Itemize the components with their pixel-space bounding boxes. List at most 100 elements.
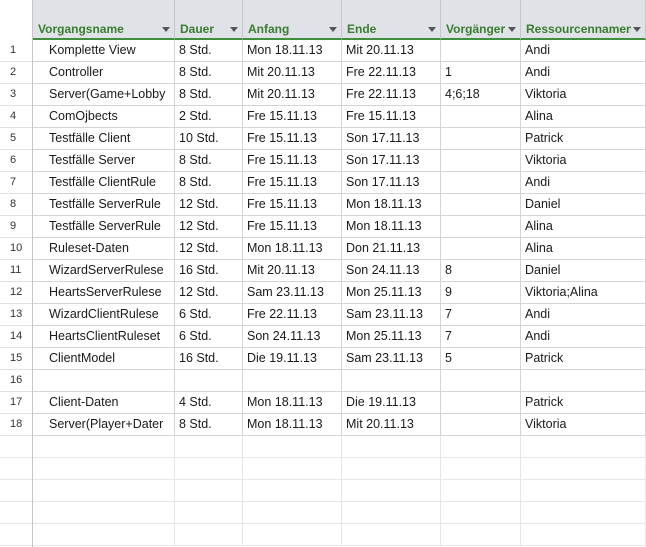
row-number[interactable]: 9	[0, 216, 33, 238]
row-number[interactable]: 5	[0, 128, 33, 150]
cell-ressourcennamen[interactable]: Patrick	[521, 348, 646, 370]
table-row[interactable]: 18 Server(Player+Dater 8 Std. Mon 18.11.13 M…	[0, 414, 646, 436]
cell-anfang[interactable]	[243, 458, 342, 480]
cell-ende[interactable]	[342, 436, 441, 458]
cell-vorgaenger[interactable]	[441, 414, 521, 436]
row-number[interactable]	[0, 458, 33, 480]
cell-anfang[interactable]: Fre 15.11.13	[243, 150, 342, 172]
cell-vorgangsname[interactable]: Client-Daten	[33, 392, 175, 414]
cell-dauer[interactable]: 2 Std.	[175, 106, 243, 128]
row-number[interactable]: 15	[0, 348, 33, 370]
cell-dauer[interactable]: 4 Std.	[175, 392, 243, 414]
row-number[interactable]: 14	[0, 326, 33, 348]
cell-anfang[interactable]: Die 19.11.13	[243, 348, 342, 370]
cell-anfang[interactable]	[243, 436, 342, 458]
column-header-anfang[interactable]: Anfang	[243, 0, 342, 40]
cell-ende[interactable]	[342, 502, 441, 524]
cell-vorgaenger[interactable]	[441, 502, 521, 524]
cell-ressourcennamen[interactable]: Andi	[521, 304, 646, 326]
cell-vorgaenger[interactable]	[441, 40, 521, 62]
cell-vorgaenger[interactable]	[441, 106, 521, 128]
table-row[interactable]: 13 WizardClientRulese 6 Std. Fre 22.11.13 Sa…	[0, 304, 646, 326]
cell-dauer[interactable]: 12 Std.	[175, 282, 243, 304]
table-row[interactable]: 5 Testfälle Client 10 Std. Fre 15.11.13 Son …	[0, 128, 646, 150]
table-row[interactable]: 17 Client-Daten 4 Std. Mon 18.11.13 Die 19.1…	[0, 392, 646, 414]
cell-dauer[interactable]	[175, 436, 243, 458]
cell-vorgaenger[interactable]	[441, 370, 521, 392]
table-row[interactable]: 10 Ruleset-Daten 12 Std. Mon 18.11.13 Don 21…	[0, 238, 646, 260]
cell-ende[interactable]: Sam 23.11.13	[342, 348, 441, 370]
table-row[interactable]	[0, 502, 646, 524]
cell-dauer[interactable]: 12 Std.	[175, 216, 243, 238]
column-header-ressourcennamen[interactable]: Ressourcennamen	[521, 0, 646, 40]
table-row[interactable]	[0, 480, 646, 502]
cell-ressourcennamen[interactable]: Andi	[521, 40, 646, 62]
cell-vorgaenger[interactable]: 7	[441, 326, 521, 348]
cell-vorgaenger[interactable]	[441, 480, 521, 502]
table-row[interactable]: 8 Testfälle ServerRule 12 Std. Fre 15.11.13…	[0, 194, 646, 216]
cell-anfang[interactable]: Fre 15.11.13	[243, 194, 342, 216]
cell-vorgaenger[interactable]: 5	[441, 348, 521, 370]
cell-vorgangsname[interactable]: ComOjbects	[33, 106, 175, 128]
table-row[interactable]: 4 ComOjbects 2 Std. Fre 15.11.13 Fre 15.11.1…	[0, 106, 646, 128]
cell-anfang[interactable]: Fre 15.11.13	[243, 106, 342, 128]
cell-anfang[interactable]: Fre 22.11.13	[243, 304, 342, 326]
cell-vorgangsname[interactable]: Server(Player+Dater	[33, 414, 175, 436]
cell-dauer[interactable]: 8 Std.	[175, 414, 243, 436]
cell-ende[interactable]: Mit 20.11.13	[342, 414, 441, 436]
cell-ende[interactable]: Don 21.11.13	[342, 238, 441, 260]
cell-vorgangsname[interactable]	[33, 502, 175, 524]
filter-dropdown-icon[interactable]	[162, 27, 170, 32]
table-row[interactable]: 1 Komplette View 8 Std. Mon 18.11.13 Mit 20.…	[0, 40, 646, 62]
cell-ende[interactable]: Mon 18.11.13	[342, 216, 441, 238]
row-number[interactable]: 12	[0, 282, 33, 304]
cell-ressourcennamen[interactable]	[521, 524, 646, 546]
cell-vorgangsname[interactable]: HeartsClientRuleset	[33, 326, 175, 348]
cell-vorgangsname[interactable]: Server(Game+Lobby	[33, 84, 175, 106]
cell-dauer[interactable]	[175, 502, 243, 524]
cell-vorgaenger[interactable]	[441, 458, 521, 480]
table-row[interactable]: 16	[0, 370, 646, 392]
table-row[interactable]: 12 HeartsServerRulese 12 Std. Sam 23.11.13 M…	[0, 282, 646, 304]
cell-ende[interactable]: Son 17.11.13	[342, 172, 441, 194]
cell-anfang[interactable]: Fre 15.11.13	[243, 216, 342, 238]
cell-vorgaenger[interactable]: 4;6;18	[441, 84, 521, 106]
cell-anfang[interactable]: Fre 15.11.13	[243, 128, 342, 150]
cell-vorgaenger[interactable]	[441, 128, 521, 150]
cell-dauer[interactable]: 10 Std.	[175, 128, 243, 150]
cell-anfang[interactable]: Mon 18.11.13	[243, 238, 342, 260]
cell-vorgangsname[interactable]: Testfälle ServerRule	[33, 194, 175, 216]
row-number[interactable]: 8	[0, 194, 33, 216]
cell-ressourcennamen[interactable]: Alina	[521, 238, 646, 260]
cell-ende[interactable]	[342, 370, 441, 392]
table-row[interactable]: 2 Controller 8 Std. Mit 20.11.13 Fre 22.11.1…	[0, 62, 646, 84]
cell-anfang[interactable]	[243, 480, 342, 502]
row-number[interactable]: 7	[0, 172, 33, 194]
cell-anfang[interactable]	[243, 502, 342, 524]
cell-vorgaenger[interactable]	[441, 194, 521, 216]
row-number[interactable]: 3	[0, 84, 33, 106]
cell-vorgangsname[interactable]: WizardClientRulese	[33, 304, 175, 326]
cell-ende[interactable]: Mon 25.11.13	[342, 326, 441, 348]
row-number[interactable]: 4	[0, 106, 33, 128]
cell-anfang[interactable]: Mit 20.11.13	[243, 260, 342, 282]
select-all-corner[interactable]	[0, 0, 33, 40]
table-row[interactable]: 3 Server(Game+Lobby 8 Std. Mit 20.11.13 Fre …	[0, 84, 646, 106]
cell-vorgangsname[interactable]	[33, 480, 175, 502]
row-number[interactable]: 17	[0, 392, 33, 414]
column-header-ende[interactable]: Ende	[342, 0, 441, 40]
column-header-vorgangsname[interactable]: Vorgangsname	[33, 0, 175, 40]
cell-ressourcennamen[interactable]	[521, 458, 646, 480]
cell-ende[interactable]: Son 24.11.13	[342, 260, 441, 282]
cell-ressourcennamen[interactable]	[521, 480, 646, 502]
row-number[interactable]: 6	[0, 150, 33, 172]
cell-vorgaenger[interactable]	[441, 172, 521, 194]
table-row[interactable]: 7 Testfälle ClientRule 8 Std. Fre 15.11.13 S…	[0, 172, 646, 194]
cell-vorgangsname[interactable]: Controller	[33, 62, 175, 84]
cell-anfang[interactable]: Sam 23.11.13	[243, 282, 342, 304]
cell-vorgaenger[interactable]: 8	[441, 260, 521, 282]
row-number[interactable]	[0, 436, 33, 458]
cell-vorgaenger[interactable]: 7	[441, 304, 521, 326]
cell-ressourcennamen[interactable]: Viktoria	[521, 84, 646, 106]
cell-anfang[interactable]: Son 24.11.13	[243, 326, 342, 348]
